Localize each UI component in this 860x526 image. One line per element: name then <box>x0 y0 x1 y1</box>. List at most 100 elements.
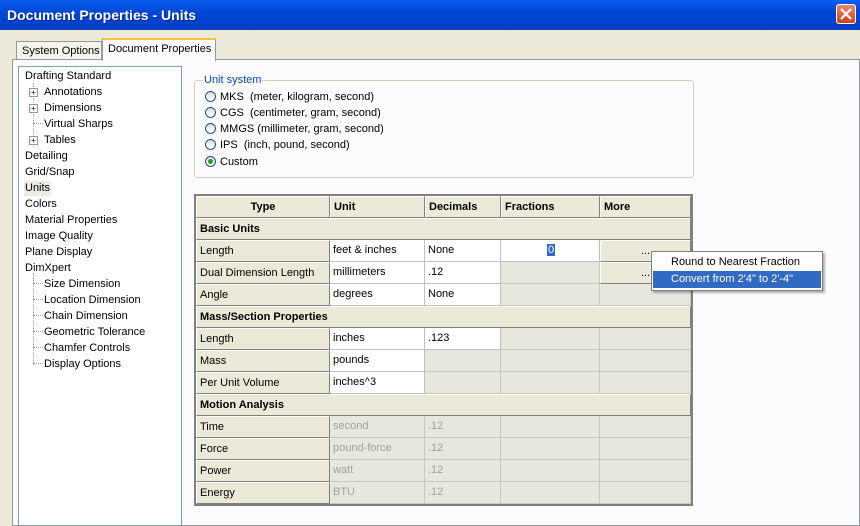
tab-label: System Options <box>22 45 100 57</box>
expand-icon[interactable]: + <box>29 136 38 145</box>
fractions-cell <box>501 460 600 482</box>
tree-item-drafting-standard[interactable]: Drafting Standard <box>24 69 112 84</box>
tab-system-options[interactable]: System Options <box>16 41 102 61</box>
unit-system-legend: Unit system <box>203 74 263 86</box>
close-button[interactable] <box>836 4 856 24</box>
tree-item-colors[interactable]: Colors <box>24 197 58 212</box>
row-label: Length <box>196 240 330 262</box>
tree-item-chamfer-controls[interactable]: Chamfer Controls <box>43 341 131 356</box>
col-header-fractions: Fractions <box>501 196 600 218</box>
decimals-cell <box>425 350 501 372</box>
tree-item-display-options[interactable]: Display Options <box>43 357 122 372</box>
tree-item-annotations[interactable]: Annotations <box>43 85 103 100</box>
more-cell <box>600 416 691 438</box>
tree-item-chain-dimension[interactable]: Chain Dimension <box>43 309 129 324</box>
fractions-cell <box>501 328 600 350</box>
fractions-cell <box>501 350 600 372</box>
radio-icon <box>205 139 216 150</box>
col-header-more: More <box>600 196 691 218</box>
decimals-cell[interactable]: .123 <box>425 328 501 350</box>
unit-cell: second <box>330 416 425 438</box>
radio-label: CGS (centimeter, gram, second) <box>220 107 381 119</box>
tree-item-size-dimension[interactable]: Size Dimension <box>43 277 121 292</box>
tab-label: Document Properties <box>108 43 212 55</box>
fractions-cell <box>501 416 600 438</box>
row-label: Mass <box>196 350 330 372</box>
decimals-cell[interactable]: .12 <box>425 262 501 284</box>
decimals-cell <box>425 372 501 394</box>
tab-document-properties[interactable]: Document Properties <box>102 38 216 61</box>
fractions-value[interactable]: 0 <box>547 244 556 256</box>
unit-cell[interactable]: inches <box>330 328 425 350</box>
radio-label: Custom <box>220 156 258 168</box>
tree-item-units[interactable]: Units <box>24 181 52 196</box>
tree-item-material-properties[interactable]: Material Properties <box>24 213 118 228</box>
tree-item-location-dimension[interactable]: Location Dimension <box>43 293 142 308</box>
decimals-cell: .12 <box>425 416 501 438</box>
options-tree[interactable]: Drafting Standard + Annotations + Dimens… <box>18 66 182 526</box>
row-label: Force <box>196 438 330 460</box>
tree-item-geometric-tolerance[interactable]: Geometric Tolerance <box>43 325 146 340</box>
unit-cell[interactable]: feet & inches <box>330 240 425 262</box>
tree-item-image-quality[interactable]: Image Quality <box>24 229 94 244</box>
section-basic-units: Basic Units <box>196 218 691 240</box>
unit-cell: BTU <box>330 482 425 504</box>
decimals-cell[interactable]: None <box>425 240 501 262</box>
section-mass-properties: Mass/Section Properties <box>196 306 691 328</box>
tree-item-plane-display[interactable]: Plane Display <box>24 245 93 260</box>
menu-item-convert-format[interactable]: Convert from 2'4" to 2'-4" <box>653 271 821 288</box>
radio-label: MKS (meter, kilogram, second) <box>220 91 375 103</box>
tree-item-dimxpert[interactable]: DimXpert <box>24 261 72 276</box>
row-label: Length <box>196 328 330 350</box>
col-header-type: Type <box>196 196 330 218</box>
radio-icon <box>205 91 216 102</box>
radio-label: IPS (inch, pound, second) <box>220 139 350 151</box>
row-label: Time <box>196 416 330 438</box>
expand-icon[interactable]: + <box>29 88 38 97</box>
window-title: Document Properties - Units <box>7 7 197 23</box>
more-cell <box>600 482 691 504</box>
tree-item-detailing[interactable]: Detailing <box>24 149 69 164</box>
tree-item-grid-snap[interactable]: Grid/Snap <box>24 165 76 180</box>
fractions-cell <box>501 482 600 504</box>
expand-icon[interactable]: + <box>29 104 38 113</box>
tree-item-dimensions[interactable]: Dimensions <box>43 101 102 116</box>
title-bar: Document Properties - Units <box>0 0 860 30</box>
context-menu: Round to Nearest Fraction Convert from 2… <box>651 251 823 291</box>
tree-item-tables[interactable]: Tables <box>43 133 77 148</box>
decimals-cell[interactable]: None <box>425 284 501 306</box>
radio-icon <box>205 123 216 134</box>
more-cell <box>600 350 691 372</box>
fractions-cell <box>501 438 600 460</box>
row-label: Per Unit Volume <box>196 372 330 394</box>
radio-mmgs[interactable]: MMGS (millimeter, gram, second) <box>205 123 384 137</box>
tree-item-virtual-sharps[interactable]: Virtual Sharps <box>43 117 114 132</box>
more-cell <box>600 372 691 394</box>
unit-cell[interactable]: millimeters <box>330 262 425 284</box>
more-cell <box>600 328 691 350</box>
radio-icon <box>205 107 216 118</box>
radio-label: MMGS (millimeter, gram, second) <box>220 123 384 135</box>
unit-system-group: Unit system MKS (meter, kilogram, second… <box>194 74 694 178</box>
row-label: Angle <box>196 284 330 306</box>
fractions-cell <box>501 262 600 284</box>
radio-ips[interactable]: IPS (inch, pound, second) <box>205 139 350 153</box>
row-label: Energy <box>196 482 330 504</box>
row-label: Dual Dimension Length <box>196 262 330 284</box>
more-cell <box>600 438 691 460</box>
fractions-cell[interactable]: 0 <box>501 240 600 262</box>
decimals-cell: .12 <box>425 438 501 460</box>
unit-cell: watt <box>330 460 425 482</box>
more-cell <box>600 460 691 482</box>
radio-mks[interactable]: MKS (meter, kilogram, second) <box>205 91 374 105</box>
unit-cell[interactable]: degrees <box>330 284 425 306</box>
unit-cell[interactable]: inches^3 <box>330 372 425 394</box>
col-header-unit: Unit <box>330 196 425 218</box>
radio-cgs[interactable]: CGS (centimeter, gram, second) <box>205 107 381 121</box>
close-icon <box>840 8 852 20</box>
menu-item-round-fraction[interactable]: Round to Nearest Fraction <box>653 254 821 271</box>
decimals-cell: .12 <box>425 460 501 482</box>
unit-cell[interactable]: pounds <box>330 350 425 372</box>
radio-custom[interactable]: Custom <box>205 156 258 170</box>
row-label: Power <box>196 460 330 482</box>
